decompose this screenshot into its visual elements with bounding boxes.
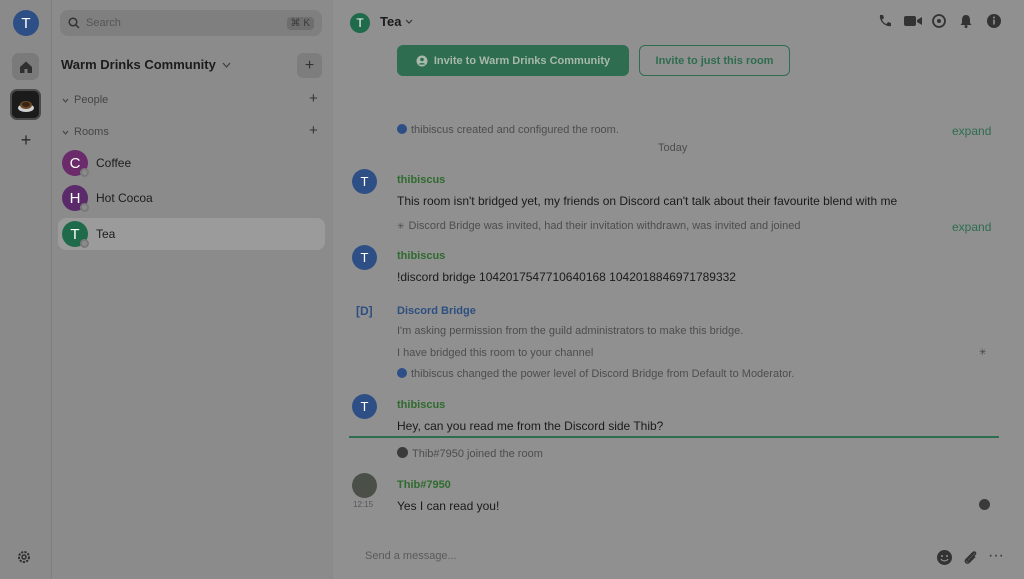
- bridge-event: ✳ Discord Bridge was invited, had their i…: [397, 220, 800, 232]
- read-receipt-icon[interactable]: ✳: [979, 347, 987, 358]
- add-people-button[interactable]: +: [309, 90, 318, 107]
- search-icon: [68, 17, 80, 29]
- room-header-avatar[interactable]: T: [350, 13, 370, 33]
- user-avatar[interactable]: T: [13, 10, 39, 36]
- bridge-event-text: Discord Bridge was invited, had their in…: [408, 220, 801, 232]
- section-rooms-label: Rooms: [74, 126, 109, 138]
- created-event-text: thibiscus created and configured the roo…: [411, 124, 619, 136]
- room-item-coffee[interactable]: C Coffee: [58, 147, 325, 179]
- emoji-button[interactable]: [936, 549, 954, 567]
- chevron-down-icon: [62, 130, 69, 135]
- coffee-cup-icon: [17, 100, 34, 112]
- room-view: [333, 0, 1024, 579]
- join-event: Thib#7950 joined the room: [397, 447, 543, 460]
- avatar[interactable]: T: [352, 245, 377, 270]
- invite-to-space-button[interactable]: Invite to Warm Drinks Community: [397, 45, 629, 76]
- paperclip-icon: [964, 551, 977, 564]
- room-name: Coffee: [96, 156, 132, 170]
- avatar[interactable]: [352, 473, 377, 498]
- sender-name[interactable]: thibiscus: [397, 174, 445, 186]
- room-header-name[interactable]: Tea: [380, 14, 413, 29]
- space-warm-drinks[interactable]: [10, 89, 41, 120]
- invite-to-space-label: Invite to Warm Drinks Community: [433, 54, 611, 67]
- room-avatar: C: [62, 150, 89, 177]
- join-event-text: Thib#7950 joined the room: [412, 448, 543, 460]
- add-room-button[interactable]: +: [309, 122, 318, 139]
- bell-icon: [960, 15, 972, 28]
- add-space-button[interactable]: +: [17, 131, 35, 149]
- avatar[interactable]: T: [352, 394, 377, 419]
- space-add-button[interactable]: +: [297, 53, 322, 78]
- message-body: Yes I can read you!: [397, 499, 500, 513]
- search-bar[interactable]: Search ⌘ K: [60, 10, 322, 36]
- room-item-hot-cocoa[interactable]: H Hot Cocoa: [58, 182, 325, 214]
- message-body: I have bridged this room to your channel: [397, 347, 594, 359]
- message-body: Hey, can you read me from the Discord si…: [397, 419, 664, 433]
- date-separator: Today: [658, 142, 688, 154]
- chevron-down-icon: [222, 62, 231, 68]
- timestamp: 12:15: [353, 500, 374, 509]
- chevron-down-icon: [62, 98, 69, 103]
- search-shortcut: ⌘ K: [286, 16, 314, 30]
- threads-button[interactable]: [931, 13, 949, 31]
- section-people[interactable]: People: [62, 94, 108, 106]
- room-avatar: T: [62, 221, 89, 248]
- read-receipt-avatar[interactable]: [979, 499, 990, 510]
- room-name: Hot Cocoa: [96, 191, 153, 205]
- space-name: Warm Drinks Community: [61, 57, 216, 72]
- sender-name[interactable]: Discord Bridge: [397, 305, 476, 317]
- info-icon: [397, 368, 407, 378]
- message-body: This room isn't bridged yet, my friends …: [397, 194, 898, 208]
- avatar[interactable]: T: [352, 169, 377, 194]
- threads-icon: [932, 14, 946, 28]
- bridge-icon: ✳: [397, 221, 405, 231]
- power-event: thibiscus changed the power level of Dis…: [397, 368, 794, 380]
- search-placeholder: Search: [86, 17, 121, 29]
- avatar-small: [397, 447, 408, 458]
- video-icon: [904, 16, 922, 26]
- more-options-button[interactable]: ···: [988, 548, 1006, 567]
- read-marker: [349, 436, 999, 438]
- notifications-button[interactable]: [958, 13, 976, 31]
- room-avatar: H: [62, 185, 89, 212]
- expand-link-2[interactable]: expand: [952, 220, 991, 234]
- expand-link-1[interactable]: expand: [952, 124, 991, 138]
- power-event-text: thibiscus changed the power level of Dis…: [411, 368, 795, 380]
- chevron-down-icon: [406, 19, 413, 24]
- space-name-menu[interactable]: Warm Drinks Community: [61, 57, 231, 72]
- info-icon: [987, 14, 1001, 28]
- message-composer[interactable]: Send a message...: [365, 550, 457, 562]
- sender-name[interactable]: Thib#7950: [397, 479, 451, 491]
- info-icon: [397, 124, 407, 134]
- phone-icon: [879, 15, 891, 27]
- invite-to-room-button[interactable]: Invite to just this room: [639, 45, 790, 76]
- user-add-icon: [416, 55, 428, 66]
- quick-settings-button[interactable]: [16, 549, 34, 567]
- room-item-tea[interactable]: T Tea: [58, 218, 325, 250]
- home-button[interactable]: [12, 53, 39, 80]
- gear-icon: [18, 551, 30, 563]
- video-call-button[interactable]: [903, 13, 922, 31]
- section-rooms[interactable]: Rooms: [62, 126, 109, 138]
- room-name: Tea: [96, 227, 116, 241]
- created-event: thibiscus created and configured the roo…: [397, 124, 619, 136]
- home-icon: [19, 61, 32, 73]
- section-people-label: People: [74, 94, 109, 106]
- room-list-panel: [52, 0, 333, 579]
- voice-call-button[interactable]: [877, 13, 895, 31]
- emoji-icon: [937, 550, 952, 565]
- message-body: I'm asking permission from the guild adm…: [397, 325, 744, 337]
- sender-name[interactable]: thibiscus: [397, 250, 445, 262]
- message-body: !discord bridge 1042017547710640168 1042…: [397, 270, 736, 284]
- attach-button[interactable]: [962, 549, 980, 567]
- room-title: Tea: [380, 14, 402, 29]
- space-rail: [0, 0, 52, 579]
- sender-name[interactable]: thibiscus: [397, 399, 445, 411]
- bridge-avatar[interactable]: [D]: [356, 304, 373, 318]
- room-info-button[interactable]: [986, 13, 1004, 31]
